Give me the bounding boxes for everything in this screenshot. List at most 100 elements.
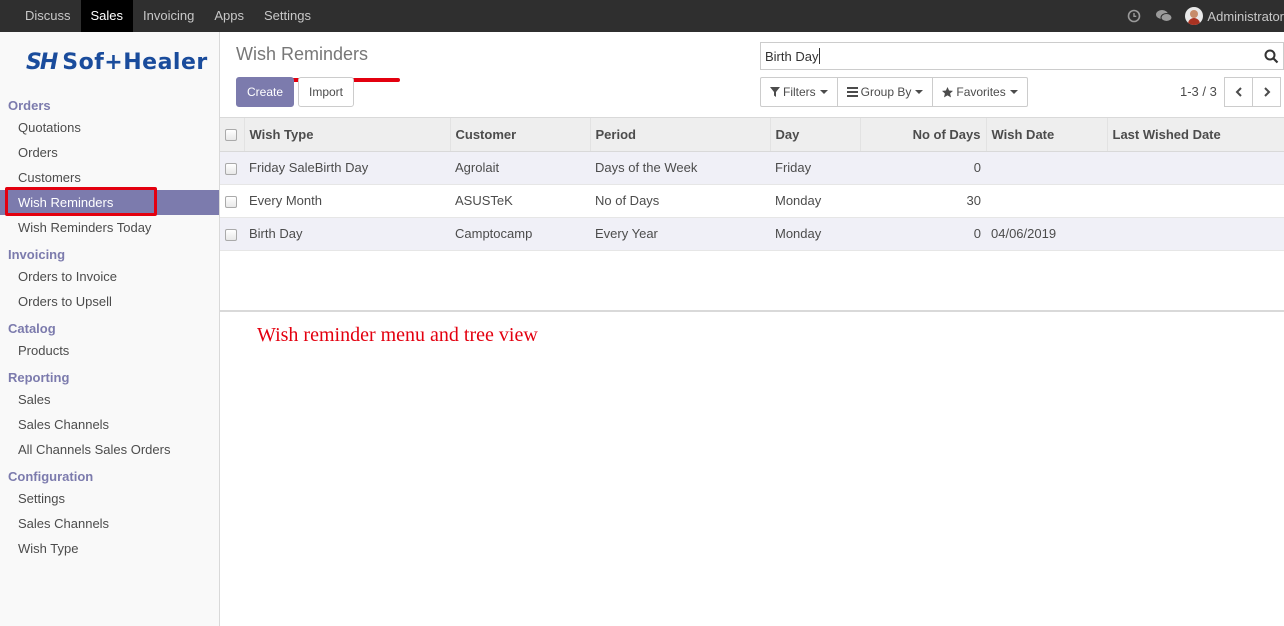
cell-customer: ASUSTeK bbox=[450, 184, 590, 218]
row-checkbox[interactable] bbox=[220, 151, 244, 185]
sidebar-item-orders[interactable]: Orders bbox=[0, 140, 219, 165]
sidebar-item-all-channels-sales-orders[interactable]: All Channels Sales Orders bbox=[0, 437, 219, 462]
row-checkbox[interactable] bbox=[220, 217, 244, 251]
highlight-box bbox=[5, 187, 157, 216]
search-value: Birth Day bbox=[765, 48, 819, 64]
cell-last-wished-date bbox=[1107, 184, 1284, 218]
table-row[interactable]: Friday SaleBirth Day Agrolait Days of th… bbox=[220, 151, 1284, 185]
cell-wish-date bbox=[986, 151, 1107, 185]
sidebar-item-orders-to-upsell[interactable]: Orders to Upsell bbox=[0, 289, 219, 314]
chevron-left-icon bbox=[1235, 87, 1242, 97]
page-title: Wish Reminders bbox=[236, 44, 400, 82]
cell-day: Monday bbox=[770, 184, 860, 218]
group-by-label: Group By bbox=[860, 85, 912, 99]
cell-last-wished-date bbox=[1107, 151, 1284, 185]
sidebar-item-wish-type[interactable]: Wish Type bbox=[0, 536, 219, 561]
column-wish-type[interactable]: Wish Type bbox=[244, 118, 451, 152]
cell-wish-type: Birth Day bbox=[244, 217, 450, 251]
search-input[interactable]: Birth Day bbox=[760, 42, 1284, 70]
wish-reminders-table: Wish Type Customer Period Day No of Days… bbox=[220, 118, 1284, 251]
cell-wish-type: Every Month bbox=[244, 184, 450, 218]
company-logo: SH Sof+Healer bbox=[0, 32, 219, 92]
logo-mark: SH bbox=[26, 49, 58, 75]
create-button[interactable]: Create bbox=[236, 77, 294, 107]
sidebar-item-wish-reminders-today[interactable]: Wish Reminders Today bbox=[0, 215, 219, 240]
section-invoicing: Invoicing bbox=[8, 247, 66, 262]
table-header: Wish Type Customer Period Day No of Days… bbox=[220, 118, 1284, 152]
sidebar-item-orders-to-invoice[interactable]: Orders to Invoice bbox=[0, 264, 219, 289]
filter-icon bbox=[770, 87, 780, 97]
menu-invoicing[interactable]: Invoicing bbox=[133, 0, 204, 32]
cell-period: Days of the Week bbox=[590, 151, 770, 185]
favorites-button[interactable]: Favorites bbox=[933, 78, 1026, 106]
pager-next-button[interactable] bbox=[1252, 77, 1281, 107]
group-by-button[interactable]: Group By bbox=[838, 78, 934, 106]
sidebar: SH Sof+Healer Orders Quotations Orders C… bbox=[0, 32, 220, 626]
sidebar-item-sales-channels[interactable]: Sales Channels bbox=[0, 412, 219, 437]
menu-apps[interactable]: Apps bbox=[204, 0, 254, 32]
column-last-wished-date[interactable]: Last Wished Date bbox=[1107, 118, 1284, 152]
sidebar-item-wish-reminders[interactable]: Wish Reminders bbox=[0, 187, 219, 216]
menu-settings[interactable]: Settings bbox=[254, 0, 321, 32]
cell-no-of-days: 0 bbox=[860, 151, 986, 185]
pager-value[interactable]: 1-3 / 3 bbox=[1180, 84, 1217, 99]
cell-last-wished-date bbox=[1107, 217, 1284, 251]
cell-day: Monday bbox=[770, 217, 860, 251]
logo-text: Sof+Healer bbox=[62, 49, 208, 75]
cell-period: No of Days bbox=[590, 184, 770, 218]
column-customer[interactable]: Customer bbox=[450, 118, 591, 152]
main-content: Wish Reminders Birth Day Create Import F… bbox=[220, 32, 1284, 626]
column-no-of-days[interactable]: No of Days bbox=[860, 118, 987, 152]
star-icon bbox=[942, 86, 954, 97]
sidebar-item-products[interactable]: Products bbox=[0, 338, 219, 363]
pager-previous-button[interactable] bbox=[1224, 77, 1253, 107]
cell-no-of-days: 30 bbox=[860, 184, 986, 218]
breadcrumb-label: Wish Reminders bbox=[236, 44, 369, 64]
control-panel: Wish Reminders Birth Day Create Import F… bbox=[220, 32, 1284, 118]
top-navbar: Discuss Sales Invoicing Apps Settings Ad… bbox=[0, 0, 1284, 36]
import-button[interactable]: Import bbox=[298, 77, 354, 107]
cell-wish-date bbox=[986, 184, 1107, 218]
user-name: Administrator bbox=[1207, 8, 1284, 24]
cell-customer: Agrolait bbox=[450, 151, 590, 185]
annotation-caption: Wish reminder menu and tree view bbox=[257, 324, 538, 346]
caret-down-icon bbox=[819, 90, 828, 94]
app-menu: Discuss Sales Invoicing Apps Settings bbox=[0, 0, 321, 36]
table-row[interactable]: Birth Day Camptocamp Every Year Monday 0… bbox=[220, 217, 1284, 251]
sidebar-item-sales[interactable]: Sales bbox=[0, 387, 219, 412]
cell-day: Friday bbox=[770, 151, 860, 185]
filters-button[interactable]: Filters bbox=[761, 78, 838, 106]
chevron-right-icon bbox=[1263, 87, 1270, 97]
messages-chat-icon[interactable] bbox=[1149, 0, 1179, 32]
cell-period: Every Year bbox=[590, 217, 770, 251]
sidebar-item-config-sales-channels[interactable]: Sales Channels bbox=[0, 511, 219, 536]
select-all-checkbox[interactable] bbox=[220, 118, 245, 152]
section-catalog: Catalog bbox=[8, 321, 56, 336]
search-icon[interactable] bbox=[1264, 49, 1279, 67]
cell-wish-date: 04/06/2019 bbox=[986, 217, 1107, 251]
column-day[interactable]: Day bbox=[770, 118, 861, 152]
cell-no-of-days: 0 bbox=[860, 217, 986, 251]
filters-label: Filters bbox=[783, 85, 816, 99]
list-icon bbox=[846, 87, 858, 97]
text-caret bbox=[819, 48, 821, 64]
sidebar-item-config-settings[interactable]: Settings bbox=[0, 486, 219, 511]
column-wish-date[interactable]: Wish Date bbox=[986, 118, 1108, 152]
caret-down-icon bbox=[1009, 90, 1018, 94]
activity-clock-icon[interactable] bbox=[1119, 0, 1149, 32]
search-options: Filters Group By Favorites bbox=[760, 77, 1028, 107]
favorites-label: Favorites bbox=[956, 85, 1006, 99]
user-menu[interactable]: Administrator bbox=[1179, 7, 1284, 25]
menu-discuss[interactable]: Discuss bbox=[15, 0, 81, 32]
sidebar-item-quotations[interactable]: Quotations bbox=[0, 115, 219, 140]
section-orders: Orders bbox=[8, 98, 51, 113]
menu-sales[interactable]: Sales bbox=[79, 0, 135, 36]
cell-customer: Camptocamp bbox=[450, 217, 590, 251]
section-configuration: Configuration bbox=[8, 469, 94, 484]
list-view: Wish Type Customer Period Day No of Days… bbox=[220, 118, 1284, 312]
row-checkbox[interactable] bbox=[220, 184, 244, 218]
menu-sales-label: Sales bbox=[90, 8, 124, 23]
table-row[interactable]: Every Month ASUSTeK No of Days Monday 30 bbox=[220, 184, 1284, 218]
column-period[interactable]: Period bbox=[590, 118, 771, 152]
systray: Administrator bbox=[1119, 0, 1284, 32]
